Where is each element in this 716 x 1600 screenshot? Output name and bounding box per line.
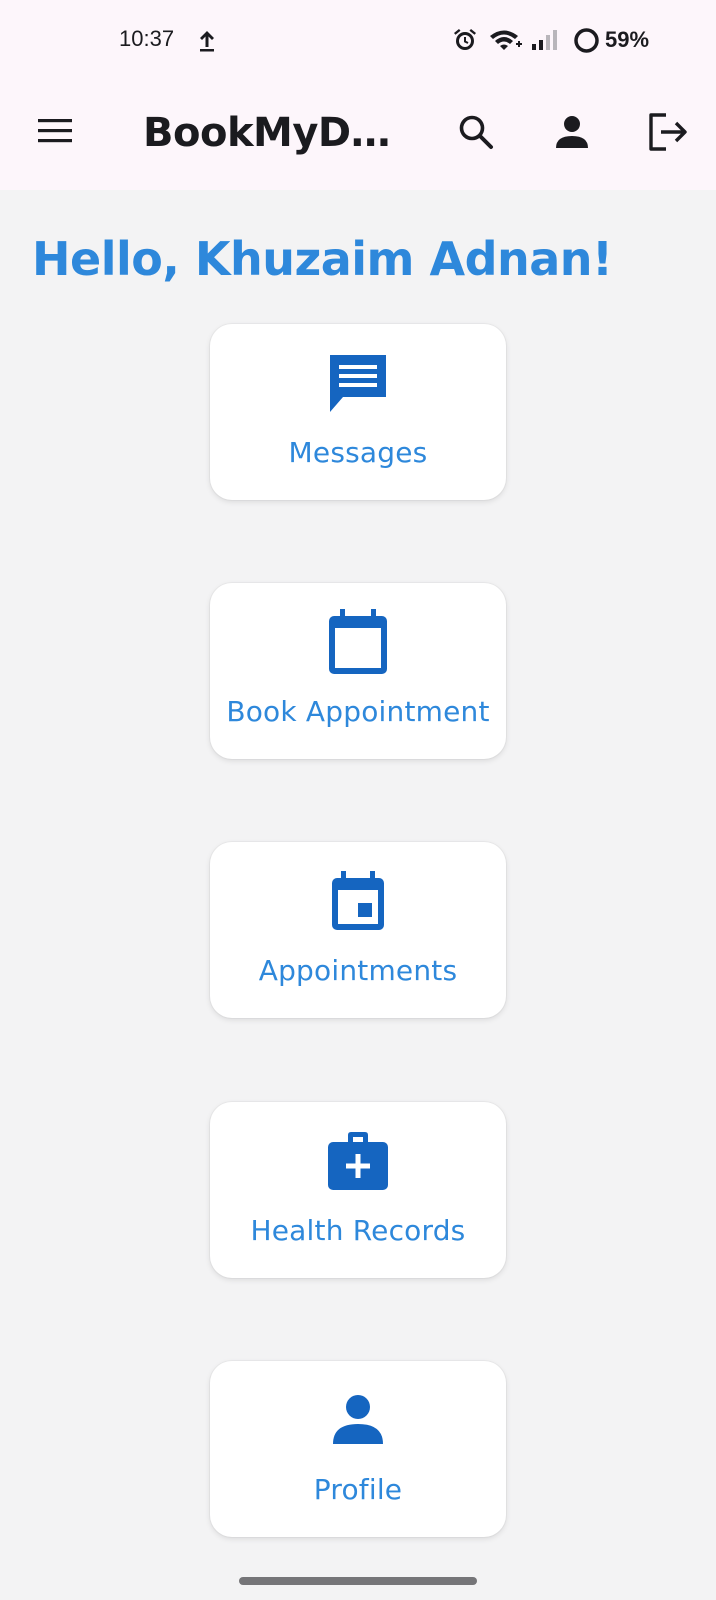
profile-card[interactable]: Profile <box>210 1361 506 1537</box>
search-button[interactable] <box>450 106 502 158</box>
menu-button[interactable] <box>30 106 80 156</box>
battery-icon <box>574 28 599 53</box>
person-icon <box>327 1389 389 1451</box>
wifi-icon <box>490 30 522 50</box>
logout-button[interactable] <box>642 106 694 158</box>
home-indicator[interactable] <box>239 1577 477 1585</box>
health-records-card[interactable]: Health Records <box>210 1102 506 1278</box>
card-label: Appointments <box>258 954 458 987</box>
status-bar: 10:37 59% <box>0 0 716 82</box>
card-label: Profile <box>313 1473 403 1506</box>
messages-card[interactable]: Messages <box>210 324 506 500</box>
upload-icon <box>200 31 214 52</box>
greeting-heading: Hello, Khuzaim Adnan! <box>32 232 613 286</box>
alarm-icon <box>454 29 476 50</box>
search-icon <box>459 115 493 149</box>
card-label: Health Records <box>250 1214 466 1247</box>
medical-bag-icon <box>327 1130 389 1192</box>
card-label: Book Appointment <box>226 695 490 728</box>
message-icon <box>327 352 389 414</box>
app-bar: BookMyD… <box>0 82 716 190</box>
signal-icon <box>532 30 557 50</box>
app-title: BookMyD… <box>143 110 391 156</box>
status-time: 10:37 <box>119 26 175 51</box>
book-appointment-card[interactable]: Book Appointment <box>210 583 506 759</box>
person-icon <box>556 116 588 148</box>
card-label: Messages <box>288 436 428 469</box>
account-button[interactable] <box>546 106 598 158</box>
menu-icon <box>38 119 72 143</box>
calendar-icon <box>327 609 389 674</box>
logout-icon <box>649 113 687 151</box>
event-icon <box>327 870 389 932</box>
appointments-card[interactable]: Appointments <box>210 842 506 1018</box>
battery-percent: 59% <box>605 27 650 52</box>
